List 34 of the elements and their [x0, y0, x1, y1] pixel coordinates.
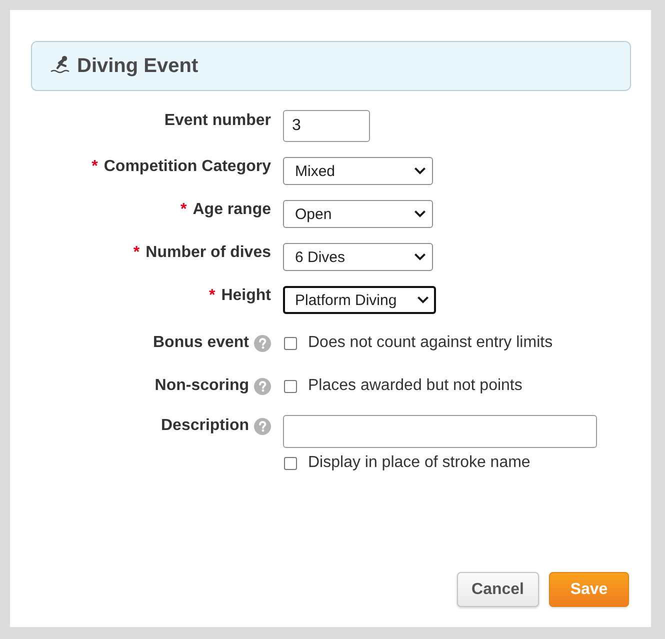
field-label: Age range — [192, 200, 271, 220]
select-dropdown[interactable]: Mixed — [283, 157, 433, 185]
select-dropdown[interactable]: 6 Dives — [283, 243, 433, 271]
input-field[interactable] — [283, 415, 597, 448]
select-dropdown[interactable]: Platform Diving — [283, 286, 436, 314]
help-icon[interactable] — [254, 418, 271, 434]
field-label: Description — [160, 416, 249, 436]
help-icon[interactable] — [254, 378, 271, 394]
dialog-title: Diving Event — [77, 54, 198, 78]
checkbox[interactable] — [284, 380, 297, 392]
diver-icon — [50, 55, 70, 74]
field-label: Number of dives — [146, 243, 271, 263]
field-label: Non-scoring — [154, 376, 249, 396]
select-dropdown[interactable]: Open — [283, 200, 433, 228]
required-marker: * — [180, 200, 187, 220]
chevron-down-icon — [414, 253, 426, 261]
field-label: Bonus event — [152, 333, 249, 353]
chevron-down-icon — [417, 296, 429, 304]
input-field[interactable]: 3 — [283, 110, 370, 142]
field-label: Height — [221, 286, 271, 306]
chevron-down-icon — [414, 167, 426, 175]
required-marker: * — [92, 157, 98, 177]
help-icon[interactable] — [254, 334, 271, 352]
checkbox-label: Places awarded but not points — [308, 376, 522, 396]
required-marker: * — [208, 286, 216, 306]
checkbox[interactable] — [284, 456, 297, 470]
field-label: Competition Category — [104, 157, 271, 177]
checkbox-label: Display in place of stroke name — [308, 453, 530, 473]
checkbox-label: Does not count against entry limits — [308, 333, 553, 353]
required-marker: * — [133, 243, 140, 263]
field-label: Event number — [164, 111, 271, 131]
chevron-down-icon — [414, 210, 426, 218]
checkbox[interactable] — [284, 336, 297, 350]
cancel-button[interactable]: Cancel — [456, 572, 539, 607]
